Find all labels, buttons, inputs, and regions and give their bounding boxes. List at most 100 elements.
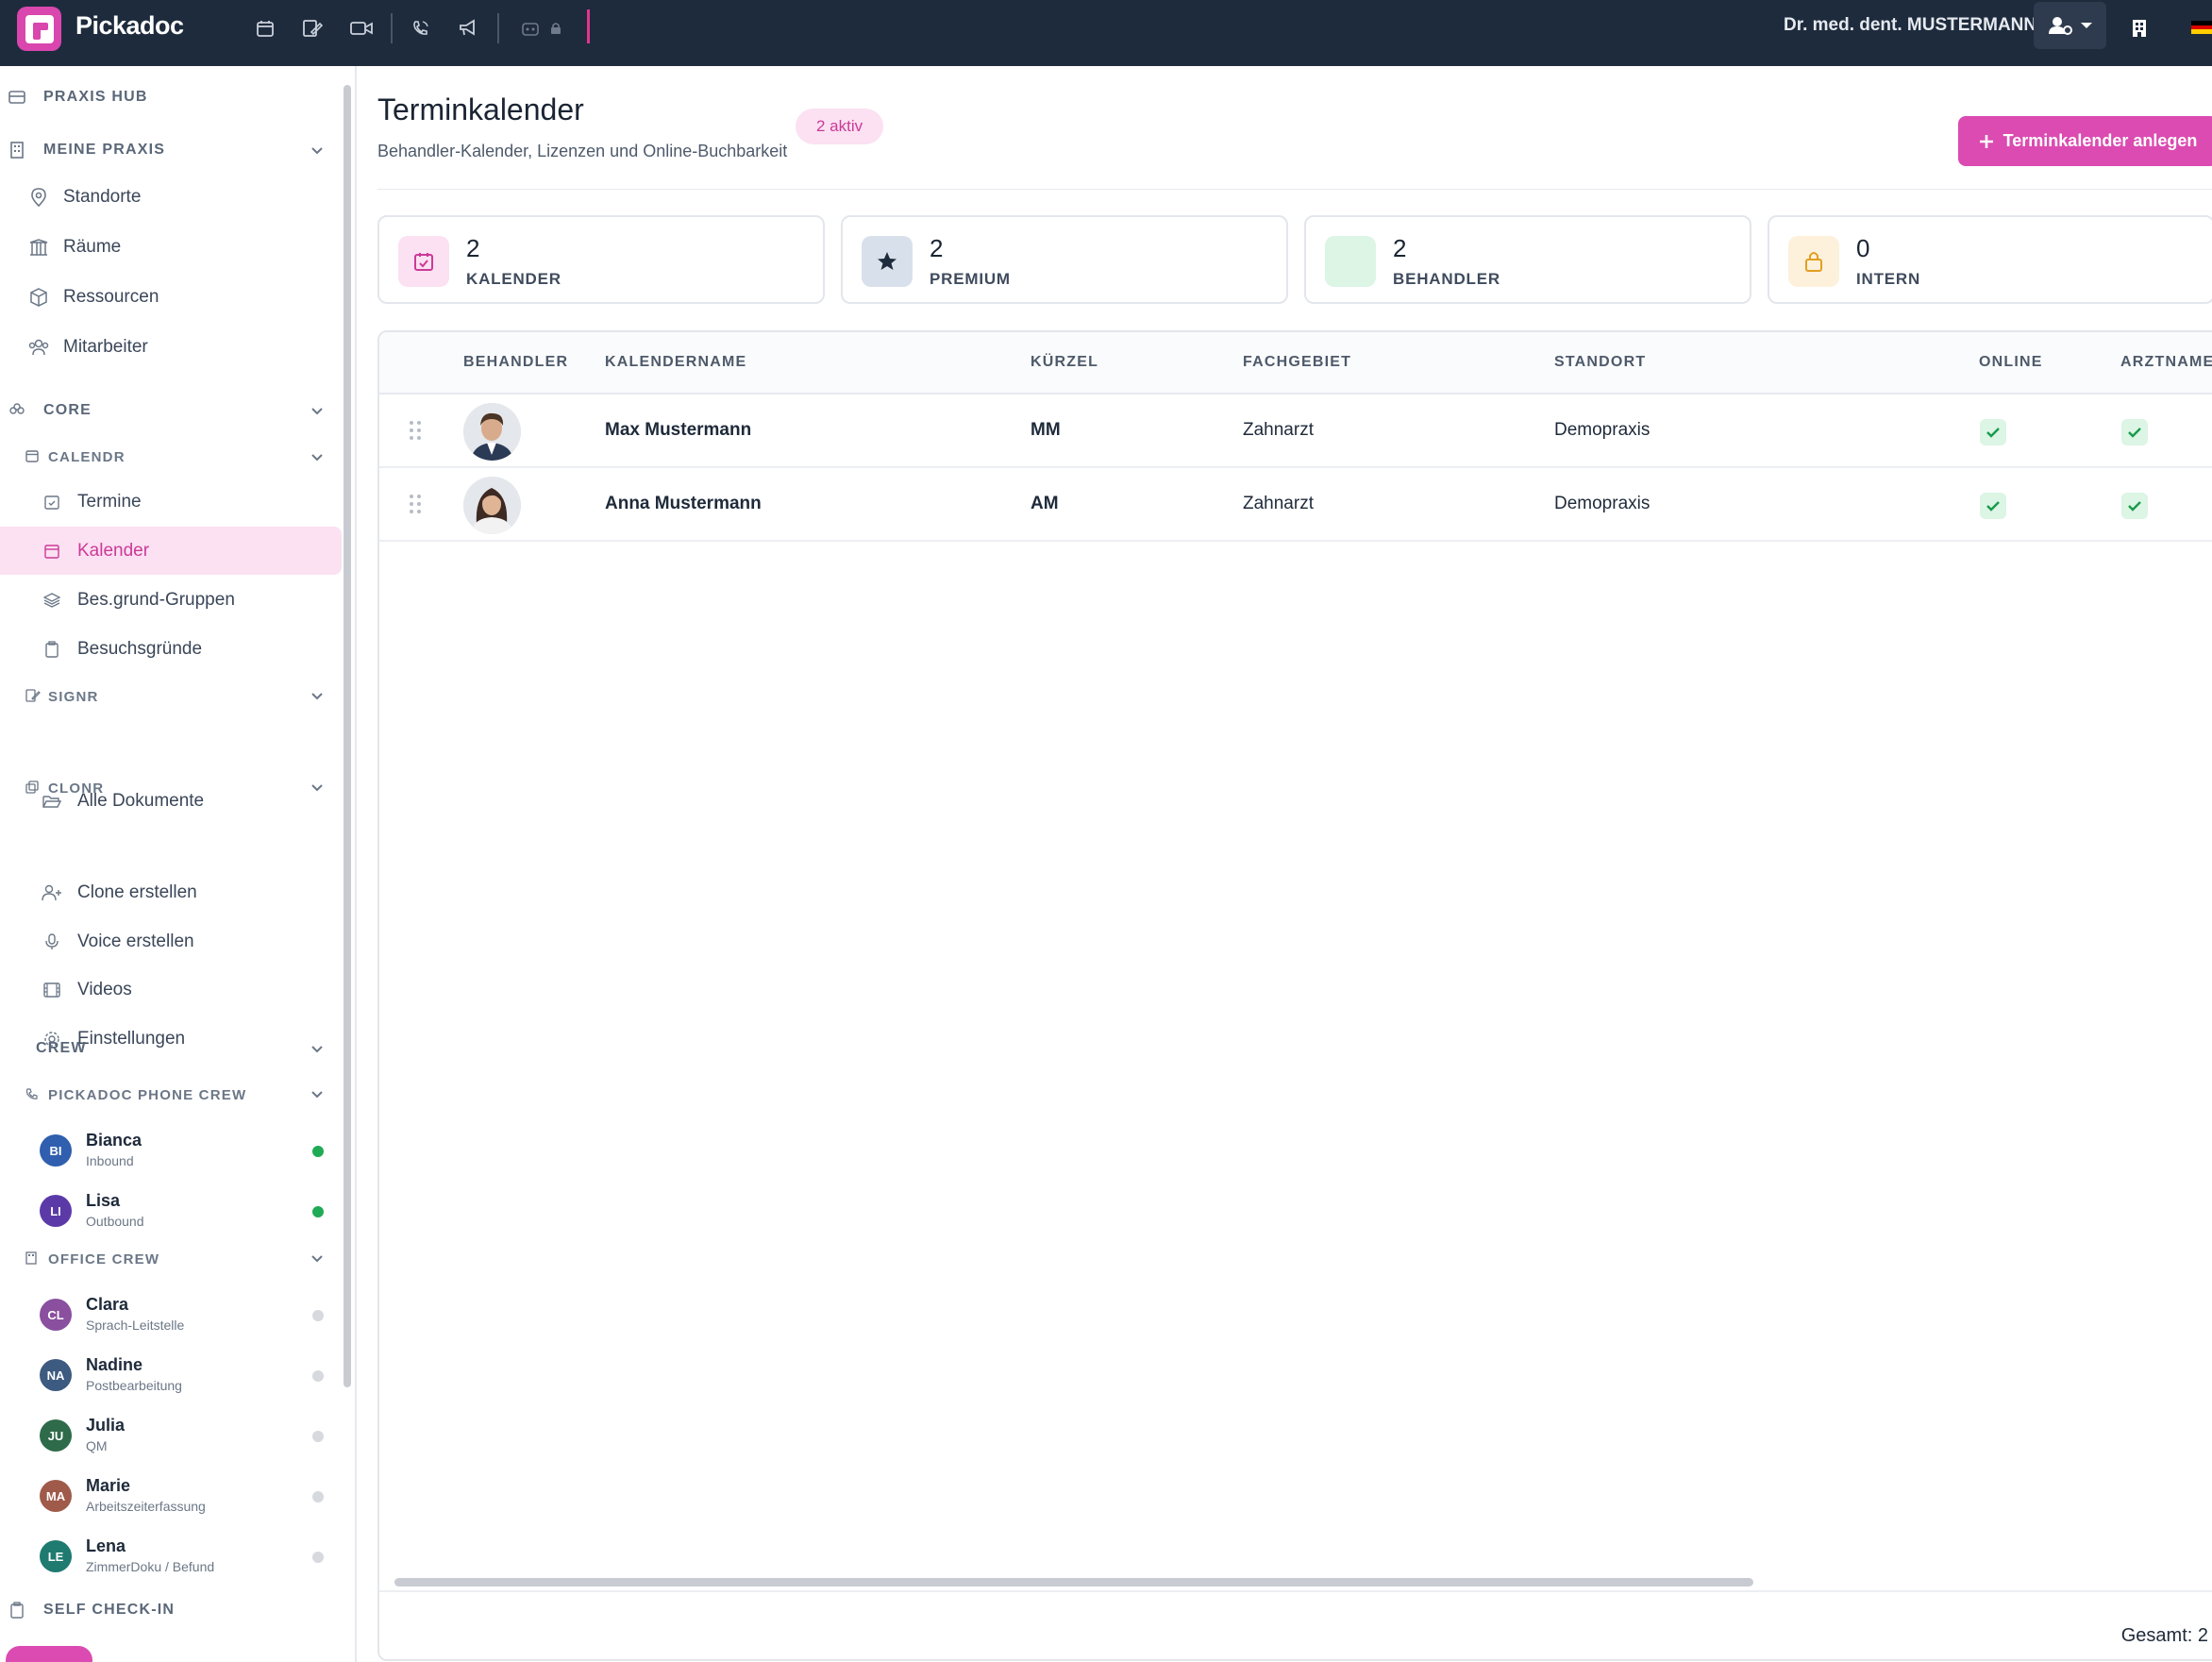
- column-header[interactable]: KÜRZEL: [1031, 354, 1098, 371]
- stack-icon: [42, 590, 62, 611]
- column-header[interactable]: KALENDERNAME: [605, 354, 746, 371]
- crew-role: Arbeitszeiterfassung: [86, 1499, 206, 1514]
- drag-handle-icon[interactable]: [408, 493, 423, 515]
- short-code: AM: [1031, 494, 1059, 513]
- table-row[interactable]: Anna Mustermann AM Zahnarzt Demopraxis: [379, 468, 2212, 542]
- columns-icon: [28, 237, 49, 258]
- megaphone-icon[interactable]: [454, 14, 482, 42]
- crew-name: Clara: [86, 1295, 129, 1314]
- core-section[interactable]: CORE: [8, 401, 92, 420]
- avatar: [463, 477, 521, 534]
- top-bar: Pickadoc Dr. med. dent. MUSTERMANN: [0, 0, 2212, 66]
- phone-icon[interactable]: [407, 14, 435, 42]
- chevron-down-icon[interactable]: [310, 780, 325, 795]
- crew-name: Julia: [86, 1416, 126, 1435]
- lock-icon: [542, 14, 570, 42]
- sidebar-item-termine[interactable]: Termine: [0, 478, 342, 526]
- avatar: MA: [40, 1480, 72, 1512]
- crew-member-bianca[interactable]: BI Bianca Inbound: [0, 1123, 342, 1180]
- total-count: Gesamt: 2: [2120, 1625, 2208, 1646]
- crew-section[interactable]: CREW: [36, 1039, 87, 1058]
- meine-praxis-section[interactable]: MEINE PRAXIS: [8, 141, 165, 159]
- clonr-section[interactable]: CLONR: [25, 780, 104, 797]
- chevron-down-icon[interactable]: [310, 1086, 325, 1101]
- app-logo[interactable]: [17, 7, 61, 51]
- chevron-down-icon[interactable]: [310, 1041, 325, 1056]
- crew-member-nadine[interactable]: NA Nadine Postbearbeitung: [0, 1348, 342, 1404]
- video-icon[interactable]: [347, 14, 376, 42]
- online-check-icon[interactable]: [1980, 419, 2006, 445]
- user-settings-button[interactable]: [2034, 2, 2106, 49]
- chevron-down-icon[interactable]: [310, 143, 325, 158]
- building-icon: [8, 141, 26, 159]
- crew-role: ZimmerDoku / Befund: [86, 1559, 215, 1574]
- table-row[interactable]: Max Mustermann MM Zahnarzt Demopraxis: [379, 395, 2212, 468]
- stat-card-intern: 0 INTERN: [1768, 215, 2212, 304]
- calendar-icon[interactable]: [251, 14, 279, 42]
- crew-member-lisa[interactable]: LI Lisa Outbound: [0, 1184, 342, 1240]
- floating-pill-button[interactable]: [6, 1646, 92, 1662]
- film-icon: [42, 980, 62, 1000]
- column-header[interactable]: ONLINE: [1979, 354, 2043, 371]
- calendar-table: BEHANDLER KALENDERNAME KÜRZEL FACHGEBIET…: [377, 330, 2212, 1661]
- avatar: CL: [40, 1299, 72, 1331]
- chevron-down-icon: [2080, 23, 2092, 28]
- column-header[interactable]: BEHANDLER: [463, 354, 568, 371]
- chevron-down-icon[interactable]: [310, 1251, 325, 1266]
- crew-member-marie[interactable]: MA Marie Arbeitszeiterfassung: [0, 1469, 342, 1525]
- crew-role: Sprach-Leitstelle: [86, 1318, 185, 1333]
- calendar-name: Anna Mustermann: [605, 494, 762, 513]
- sidebar-item-besgrund-gruppen[interactable]: Bes.grund-Gruppen: [0, 576, 342, 624]
- sidebar-item-label: Termine: [77, 491, 142, 512]
- self-checkin-label: SELF CHECK-IN: [43, 1602, 176, 1618]
- column-header[interactable]: STANDORT: [1554, 354, 1646, 371]
- chevron-down-icon[interactable]: [310, 449, 325, 464]
- praxis-hub-link[interactable]: PRAXIS HUB: [8, 88, 148, 107]
- calendar-check-icon: [398, 236, 449, 287]
- sidebar-item-videos[interactable]: Videos: [0, 965, 342, 1014]
- horizontal-scrollbar[interactable]: [394, 1578, 1753, 1586]
- create-calendar-button[interactable]: Terminkalender anlegen: [1958, 116, 2212, 166]
- arztname-check-icon[interactable]: [2121, 419, 2148, 445]
- sidebar-item-label: Voice erstellen: [77, 931, 194, 951]
- sidebar-item-kalender[interactable]: Kalender: [0, 527, 342, 575]
- sidebar-item-besuchsgruende[interactable]: Besuchsgründe: [0, 625, 342, 673]
- sidebar-item-standorte[interactable]: Standorte: [0, 173, 342, 221]
- robot-icon[interactable]: [516, 14, 545, 42]
- building-icon[interactable]: [2125, 14, 2153, 42]
- sidebar-item-clone-erstellen[interactable]: Clone erstellen: [0, 868, 342, 916]
- user-gear-icon: [2048, 17, 2072, 35]
- self-checkin-section[interactable]: SELF CHECK-IN: [8, 1601, 175, 1620]
- arztname-check-icon[interactable]: [2121, 493, 2148, 519]
- phone-icon: [25, 1087, 41, 1102]
- chevron-down-icon[interactable]: [310, 688, 325, 703]
- column-header[interactable]: ARZTNAME: [2120, 354, 2212, 371]
- building-icon: [25, 1251, 41, 1267]
- column-header[interactable]: FACHGEBIET: [1243, 354, 1351, 371]
- crew-member-clara[interactable]: CL Clara Sprach-Leitstelle: [0, 1287, 342, 1344]
- crew-member-julia[interactable]: JU Julia QM: [0, 1408, 342, 1465]
- chevron-down-icon[interactable]: [310, 403, 325, 418]
- signr-section[interactable]: SIGNR: [25, 688, 99, 705]
- crew-name: Marie: [86, 1476, 131, 1495]
- sidebar-item-voice-erstellen[interactable]: Voice erstellen: [0, 917, 342, 965]
- sidebar-scrollbar[interactable]: [344, 85, 351, 1387]
- crew-member-lena[interactable]: LE Lena ZimmerDoku / Befund: [0, 1529, 342, 1586]
- phone-crew-section[interactable]: PICKADOC PHONE CREW: [25, 1086, 246, 1103]
- short-code: MM: [1031, 420, 1061, 440]
- sign-document-icon[interactable]: [298, 14, 327, 42]
- box-icon: [28, 287, 49, 308]
- sidebar-item-label: Mitarbeiter: [63, 336, 148, 357]
- calendr-section[interactable]: CALENDR: [25, 448, 126, 465]
- active-indicator: [587, 9, 590, 43]
- office-crew-section[interactable]: OFFICE CREW: [25, 1251, 159, 1267]
- sidebar-item-ressourcen[interactable]: Ressourcen: [0, 273, 342, 321]
- specialty: Zahnarzt: [1243, 494, 1314, 513]
- drag-handle-icon[interactable]: [408, 419, 423, 442]
- german-flag-icon[interactable]: [2191, 21, 2212, 34]
- sidebar-item-raeume[interactable]: Räume: [0, 223, 342, 271]
- online-check-icon[interactable]: [1980, 493, 2006, 519]
- sidebar-item-mitarbeiter[interactable]: Mitarbeiter: [0, 323, 342, 371]
- calendar-icon: [42, 541, 62, 562]
- avatar: JU: [40, 1419, 72, 1452]
